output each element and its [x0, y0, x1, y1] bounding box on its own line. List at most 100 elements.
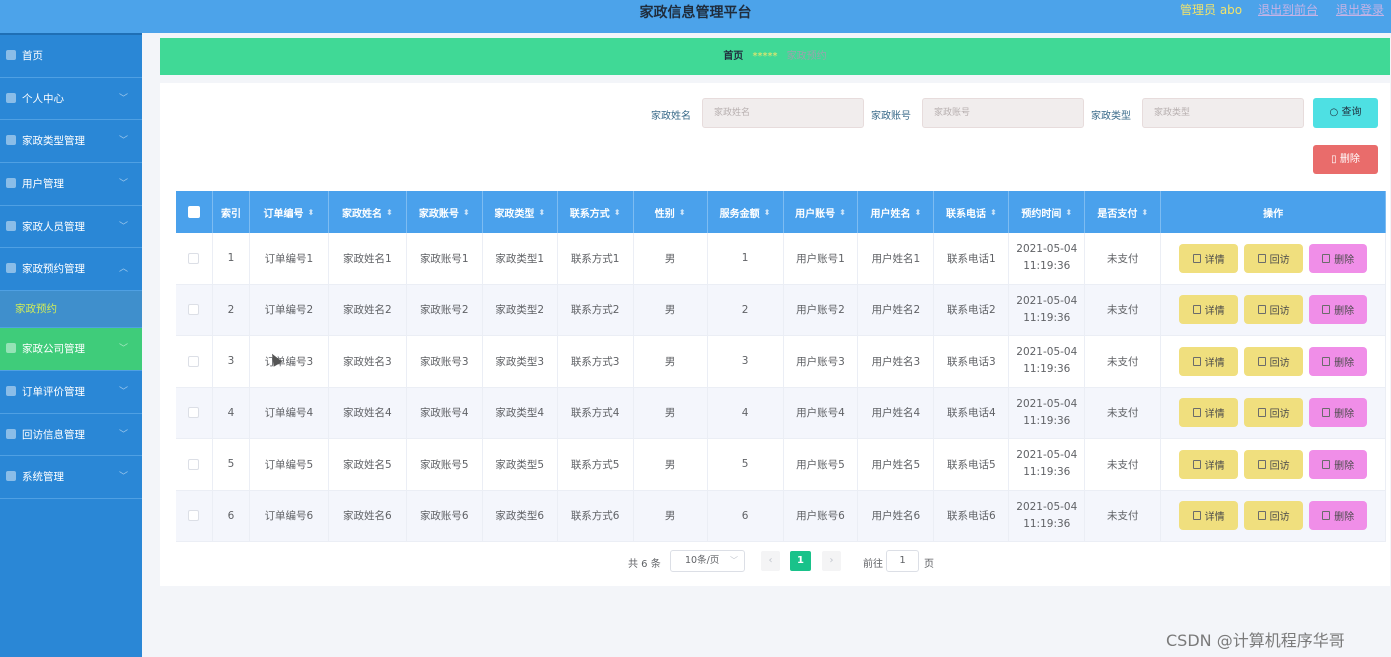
cell-name: 家政姓名5: [329, 439, 407, 490]
column-header-select-all[interactable]: [176, 191, 213, 233]
column-header-index[interactable]: 索引: [213, 191, 250, 233]
column-header-paid[interactable]: 是否支付 ⬍: [1085, 191, 1162, 233]
row-checkbox[interactable]: [188, 304, 200, 316]
delete-button[interactable]: 删除: [1309, 398, 1368, 428]
cell-index: 5: [213, 439, 250, 490]
sidebar-item-label: 用户管理: [22, 178, 64, 191]
column-header-phone[interactable]: 联系电话 ⬍: [934, 191, 1010, 233]
visit-button[interactable]: 回访: [1244, 346, 1304, 376]
breadcrumb-home[interactable]: 首页: [723, 51, 743, 62]
column-header-booking-time[interactable]: 预约时间 ⬍: [1009, 191, 1086, 233]
sort-icon[interactable]: ⬍: [308, 208, 315, 217]
booking-clock: 11:19:36: [1023, 466, 1071, 479]
delete-button[interactable]: 删除: [1309, 243, 1368, 273]
cell-user-name: 用户姓名2: [858, 284, 935, 335]
logout-link[interactable]: 退出登录: [1336, 1, 1384, 18]
cell-amount: 2: [708, 284, 784, 335]
delete-button-label: 删除: [1334, 254, 1355, 266]
column-header-contact[interactable]: 联系方式 ⬍: [558, 191, 634, 233]
cell-phone: 联系电话5: [934, 439, 1010, 490]
page-number-current[interactable]: 1: [790, 551, 811, 571]
pagination: 共 6 条 10条/页 ﹀ ‹ 1 › 前往 1 页: [160, 550, 1390, 572]
page-size-select[interactable]: 10条/页 ﹀: [670, 550, 745, 572]
column-header-actions[interactable]: 操作: [1161, 191, 1386, 233]
row-checkbox[interactable]: [188, 510, 200, 522]
next-page-button[interactable]: ›: [822, 551, 841, 571]
sidebar-item-service-type[interactable]: 家政类型管理 ﹀: [0, 120, 142, 164]
name-search-input[interactable]: 家政姓名: [702, 98, 864, 128]
column-header-type[interactable]: 家政类型 ⬍: [483, 191, 558, 233]
cell-booking-time: 2021-05-04 11:19:36: [1009, 387, 1086, 438]
delete-button[interactable]: 删除: [1309, 501, 1368, 531]
visit-button[interactable]: 回访: [1244, 398, 1304, 428]
batch-delete-button[interactable]: ▯ 删除: [1313, 145, 1378, 174]
sort-icon[interactable]: ⬍: [1065, 208, 1072, 217]
cell-phone: 联系电话3: [934, 336, 1010, 387]
sidebar-item-booking[interactable]: 家政预约管理 ︿: [0, 248, 142, 292]
query-button[interactable]: ○ 查询: [1313, 98, 1378, 128]
chevron-down-icon: ﹀: [118, 344, 128, 355]
sort-icon[interactable]: ⬍: [679, 208, 686, 217]
sort-icon[interactable]: ⬍: [463, 208, 470, 217]
detail-button[interactable]: 详情: [1179, 295, 1239, 325]
row-select-cell: [176, 490, 213, 541]
sidebar-item-system[interactable]: 系统管理 ﹀: [0, 456, 142, 499]
sidebar-item-profile[interactable]: 个人中心 ﹀: [0, 78, 142, 121]
detail-button[interactable]: 详情: [1179, 398, 1239, 428]
cell-type: 家政类型4: [483, 387, 558, 438]
sort-icon[interactable]: ⬍: [386, 208, 393, 217]
document-icon: [1192, 459, 1201, 469]
cell-order-no: 订单编号5: [250, 439, 329, 490]
delete-button[interactable]: 删除: [1309, 449, 1368, 479]
column-header-user-name[interactable]: 用户姓名 ⬍: [858, 191, 935, 233]
row-checkbox[interactable]: [188, 252, 200, 264]
account-search-input[interactable]: 家政账号: [922, 98, 1084, 128]
cell-name: 家政姓名3: [329, 336, 407, 387]
detail-button[interactable]: 详情: [1179, 243, 1239, 273]
sidebar-item-staff[interactable]: 家政人员管理 ﹀: [0, 206, 142, 249]
sidebar-subitem-booking[interactable]: 家政预约: [0, 291, 142, 329]
column-header-order-no[interactable]: 订单编号 ⬍: [250, 191, 329, 233]
sort-icon[interactable]: ⬍: [839, 208, 846, 217]
visit-button[interactable]: 回访: [1244, 501, 1304, 531]
detail-button[interactable]: 详情: [1179, 501, 1239, 531]
visit-button[interactable]: 回访: [1244, 295, 1304, 325]
detail-button[interactable]: 详情: [1179, 346, 1239, 376]
table-body: 1 订单编号1 家政姓名1 家政账号1 家政类型1 联系方式1 男 1 用户账号1 用户姓名1 联系…: [176, 233, 1386, 542]
sort-icon[interactable]: ⬍: [764, 208, 771, 217]
cell-actions: 详情 回访 删除: [1161, 439, 1386, 490]
prev-page-button[interactable]: ‹: [761, 551, 780, 571]
visit-button[interactable]: 回访: [1244, 449, 1304, 479]
visit-button[interactable]: 回访: [1244, 243, 1304, 273]
goto-page-input[interactable]: 1: [886, 550, 919, 572]
column-header-name[interactable]: 家政姓名 ⬍: [329, 191, 407, 233]
column-header-gender[interactable]: 性别 ⬍: [634, 191, 708, 233]
sidebar-item-review[interactable]: 订单评价管理 ﹀: [0, 371, 142, 414]
exit-to-frontend-link[interactable]: 退出到前台: [1258, 1, 1318, 18]
sidebar-item-user[interactable]: 用户管理 ﹀: [0, 163, 142, 206]
select-all-checkbox[interactable]: [187, 206, 200, 218]
row-checkbox[interactable]: [188, 355, 200, 367]
detail-button[interactable]: 详情: [1179, 449, 1239, 479]
cell-user-account: 用户账号3: [784, 336, 859, 387]
column-header-amount[interactable]: 服务金额 ⬍: [708, 191, 784, 233]
sidebar-item-visit[interactable]: 回访信息管理 ﹀: [0, 414, 142, 457]
sort-icon[interactable]: ⬍: [915, 208, 922, 217]
row-checkbox[interactable]: [188, 407, 200, 419]
sort-icon[interactable]: ⬍: [538, 208, 545, 217]
column-header-account[interactable]: 家政账号 ⬍: [407, 191, 483, 233]
sidebar-item-home[interactable]: 首页: [0, 35, 142, 78]
cell-name: 家政姓名6: [329, 490, 407, 541]
column-header-user-account[interactable]: 用户账号 ⬍: [784, 191, 859, 233]
sort-icon[interactable]: ⬍: [1141, 208, 1148, 217]
sidebar-item-company[interactable]: 家政公司管理 ﹀: [0, 328, 142, 371]
delete-button[interactable]: 删除: [1309, 295, 1368, 325]
sort-icon[interactable]: ⬍: [614, 208, 621, 217]
cell-gender: 男: [634, 490, 708, 541]
document-icon: [1257, 459, 1266, 469]
cell-account: 家政账号2: [407, 284, 483, 335]
delete-button[interactable]: 删除: [1309, 346, 1368, 376]
type-search-input[interactable]: 家政类型: [1142, 98, 1304, 128]
sort-icon[interactable]: ⬍: [990, 208, 997, 217]
row-checkbox[interactable]: [188, 458, 200, 470]
